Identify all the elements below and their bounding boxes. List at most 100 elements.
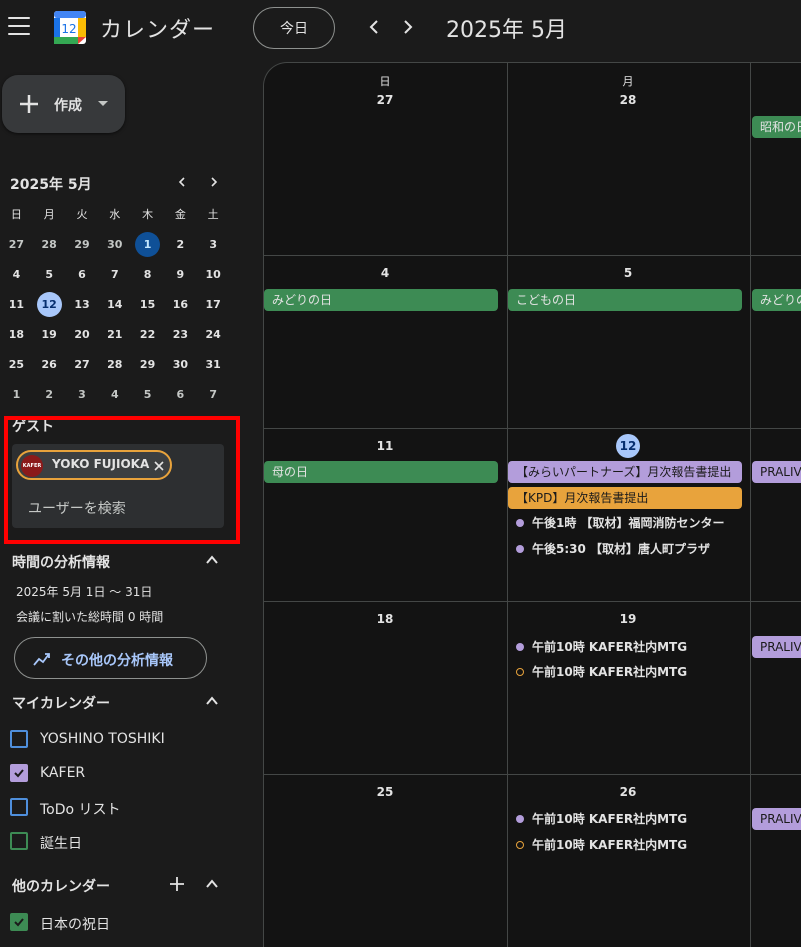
mini-day[interactable]: 15: [131, 292, 164, 318]
close-icon[interactable]: [152, 459, 166, 473]
date-cell-label[interactable]: 4: [370, 266, 400, 280]
event-timed[interactable]: 午後1時 【取材】福岡消防センター: [516, 514, 725, 532]
mini-week-row: 11 12 13 14 15 16 17: [0, 290, 230, 320]
mini-day[interactable]: 29: [131, 352, 164, 378]
mini-day[interactable]: 12: [33, 292, 66, 318]
more-analytics-button[interactable]: その他の分析情報: [14, 637, 207, 679]
other-calendars-title: 他のカレンダー: [12, 879, 110, 895]
mini-day[interactable]: 22: [131, 322, 164, 348]
today-date-label[interactable]: 12: [616, 434, 640, 458]
event-holiday[interactable]: こどもの日: [508, 289, 742, 311]
mini-day[interactable]: 10: [197, 262, 230, 288]
mini-day[interactable]: 2: [164, 232, 197, 258]
mini-day[interactable]: 19: [33, 322, 66, 348]
mini-day[interactable]: 23: [164, 322, 197, 348]
guest-search-input[interactable]: ユーザーを検索: [28, 498, 126, 518]
mini-day[interactable]: 27: [0, 232, 33, 258]
mini-day[interactable]: 7: [197, 382, 230, 408]
mini-day[interactable]: 1: [131, 232, 164, 258]
checkbox-checked-icon[interactable]: [10, 764, 28, 782]
chevron-right-icon[interactable]: [396, 15, 420, 39]
mini-day[interactable]: 3: [66, 382, 99, 408]
chevron-up-icon[interactable]: [204, 552, 220, 568]
mini-day-number: 9: [176, 268, 185, 281]
google-calendar-logo-icon[interactable]: 12: [54, 11, 86, 44]
event-kafer[interactable]: 【みらいパートナーズ】月次報告書提出: [508, 461, 742, 483]
event-timed[interactable]: 午前10時 KAFER社内MTG: [516, 663, 687, 681]
app-logo-number: 12: [61, 22, 76, 36]
event-timed[interactable]: 午前10時 KAFER社内MTG: [516, 810, 687, 828]
mini-day[interactable]: 14: [98, 292, 131, 318]
event-kafer[interactable]: PRALIVE: [752, 636, 801, 658]
mini-day[interactable]: 27: [66, 352, 99, 378]
checkbox-checked-icon[interactable]: [10, 913, 28, 931]
mini-day-number: 19: [41, 328, 57, 341]
mini-day[interactable]: 20: [66, 322, 99, 348]
event-timed[interactable]: 午前10時 KAFER社内MTG: [516, 836, 687, 854]
mini-day[interactable]: 17: [197, 292, 230, 318]
date-cell-label[interactable]: 5: [613, 266, 643, 280]
today-button[interactable]: 今日: [253, 7, 335, 49]
mini-weekday: 月: [43, 208, 55, 221]
date-cell-label[interactable]: 18: [370, 612, 400, 626]
checkbox-icon[interactable]: [10, 832, 28, 850]
guest-chip[interactable]: KAFER YOKO FUJIOKA: [16, 450, 172, 480]
event-timed[interactable]: 午後5:30 【取材】唐人町プラザ: [516, 540, 710, 558]
row-divider: [264, 428, 801, 429]
checkbox-icon[interactable]: [10, 730, 28, 748]
mini-day[interactable]: 3: [197, 232, 230, 258]
mini-day-number: 31: [205, 358, 221, 371]
event-kafer[interactable]: PRALIVE: [752, 808, 801, 830]
event-holiday[interactable]: 昭和の日: [752, 116, 801, 138]
chevron-left-icon[interactable]: [362, 15, 386, 39]
mini-day[interactable]: 18: [0, 322, 33, 348]
mini-day[interactable]: 6: [164, 382, 197, 408]
date-cell-label[interactable]: 19: [613, 612, 643, 626]
mini-day[interactable]: 5: [33, 262, 66, 288]
date-cell-label[interactable]: 25: [370, 785, 400, 799]
mini-day[interactable]: 26: [33, 352, 66, 378]
mini-day[interactable]: 31: [197, 352, 230, 378]
mini-day[interactable]: 6: [66, 262, 99, 288]
mini-day[interactable]: 25: [0, 352, 33, 378]
mini-day[interactable]: 5: [131, 382, 164, 408]
mini-day[interactable]: 4: [98, 382, 131, 408]
event-holiday[interactable]: みどりの日: [264, 289, 498, 311]
mini-day[interactable]: 2: [33, 382, 66, 408]
chevron-up-icon[interactable]: [204, 693, 220, 709]
mini-day[interactable]: 28: [33, 232, 66, 258]
mini-day[interactable]: 21: [98, 322, 131, 348]
checkbox-icon[interactable]: [10, 798, 28, 816]
mini-day[interactable]: 7: [98, 262, 131, 288]
mini-chevron-right-icon[interactable]: [207, 175, 221, 189]
mini-day[interactable]: 24: [197, 322, 230, 348]
calendar-label: KAFER: [40, 765, 86, 781]
mini-day[interactable]: 11: [0, 292, 33, 318]
mini-day[interactable]: 30: [164, 352, 197, 378]
mini-week-row: 25 26 27 28 29 30 31: [0, 350, 230, 380]
trending-icon: [33, 653, 50, 666]
create-button[interactable]: 作成: [2, 75, 125, 133]
date-cell-label[interactable]: 28: [613, 93, 643, 107]
mini-day[interactable]: 13: [66, 292, 99, 318]
mini-chevron-left-icon[interactable]: [175, 175, 189, 189]
event-holiday[interactable]: みどりの日: [752, 289, 801, 311]
date-cell-label[interactable]: 26: [613, 785, 643, 799]
mini-day[interactable]: 9: [164, 262, 197, 288]
chevron-up-icon[interactable]: [204, 876, 220, 892]
date-cell-label[interactable]: 27: [370, 93, 400, 107]
mini-day[interactable]: 29: [66, 232, 99, 258]
event-timed[interactable]: 午前10時 KAFER社内MTG: [516, 638, 687, 656]
event-holiday[interactable]: 母の日: [264, 461, 498, 483]
mini-day[interactable]: 1: [0, 382, 33, 408]
mini-day[interactable]: 16: [164, 292, 197, 318]
mini-day[interactable]: 28: [98, 352, 131, 378]
event-kpd[interactable]: 【KPD】月次報告書提出: [508, 487, 742, 509]
mini-day[interactable]: 30: [98, 232, 131, 258]
main-menu-icon[interactable]: [8, 17, 30, 35]
mini-day[interactable]: 8: [131, 262, 164, 288]
mini-day[interactable]: 4: [0, 262, 33, 288]
plus-icon[interactable]: [168, 875, 186, 893]
event-kafer[interactable]: PRALIVE: [752, 461, 801, 483]
date-cell-label[interactable]: 11: [370, 439, 400, 453]
